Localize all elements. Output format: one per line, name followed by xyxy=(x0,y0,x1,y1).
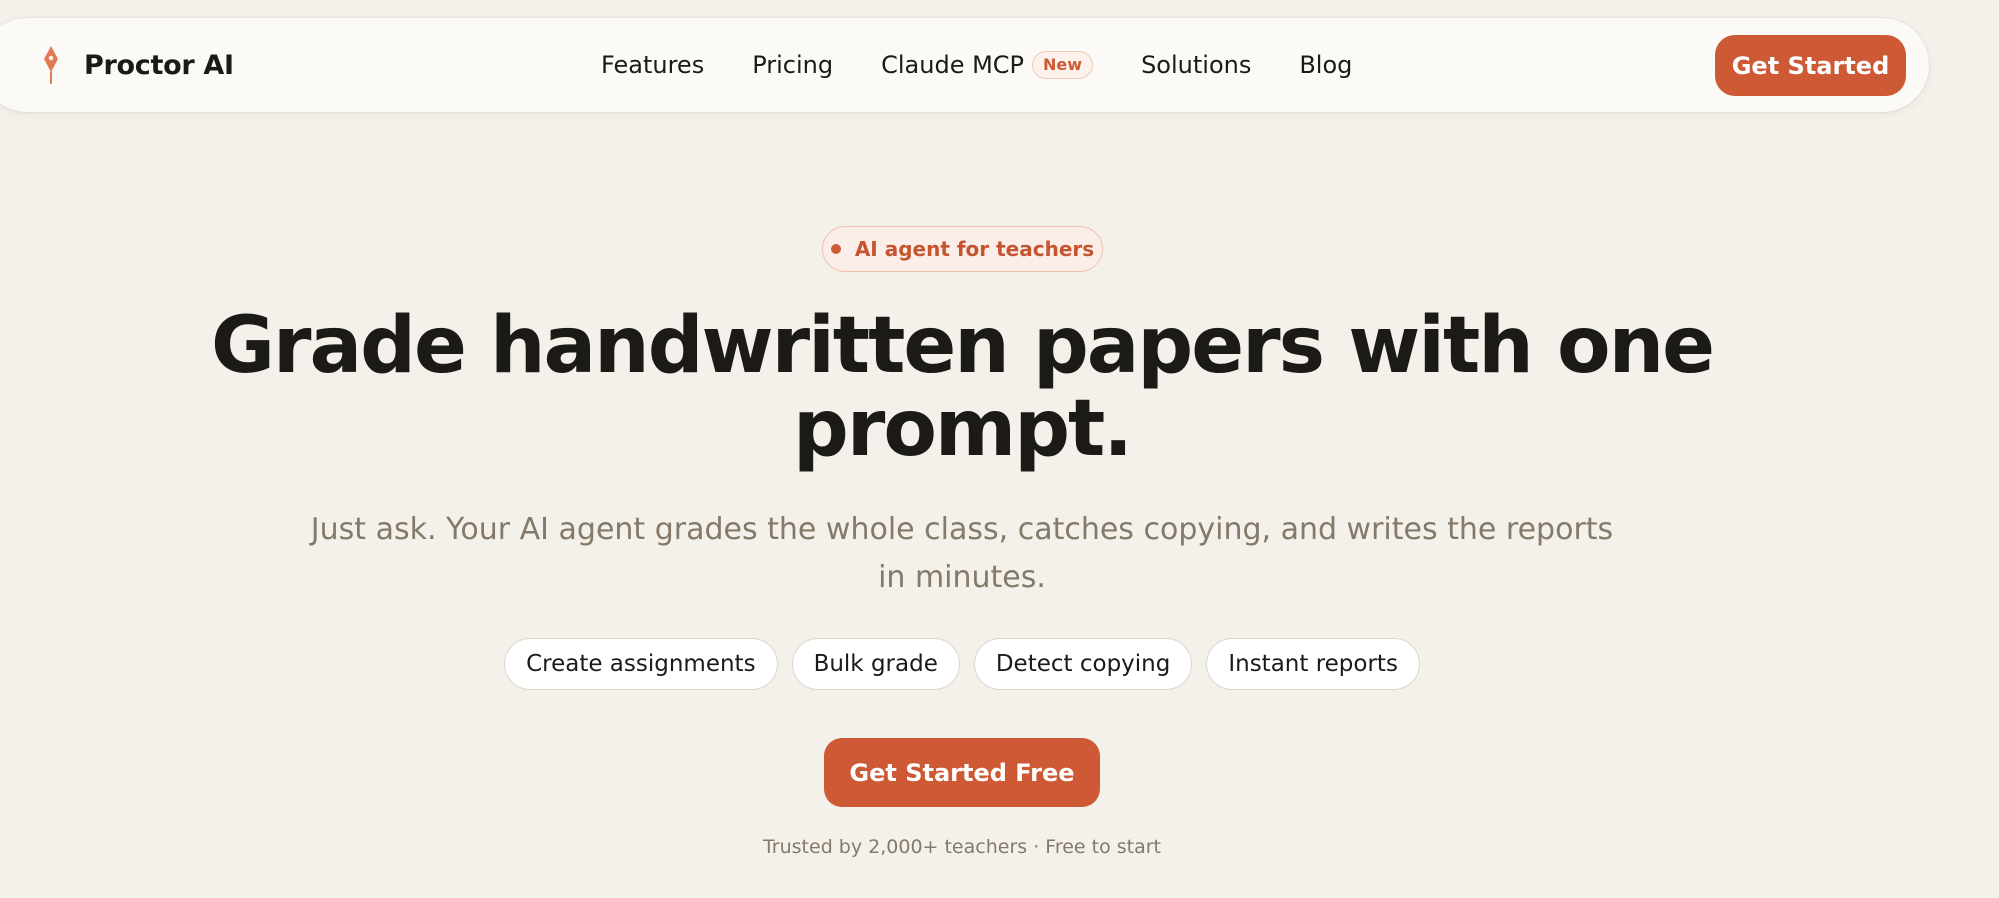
nav-link-pricing[interactable]: Pricing xyxy=(752,51,833,79)
nav-link-claude-mcp[interactable]: Claude MCP New xyxy=(881,51,1094,79)
brand-logo[interactable]: Proctor AI xyxy=(40,18,234,112)
hero-headline: Grade handwritten papers with one prompt… xyxy=(211,301,1715,474)
nav-links: Features Pricing Claude MCP New Solution… xyxy=(601,18,1352,112)
get-started-button[interactable]: Get Started xyxy=(1715,35,1906,96)
feature-chips: Create assignments Bulk grade Detect cop… xyxy=(0,638,1924,690)
nav-link-features[interactable]: Features xyxy=(601,51,704,79)
trust-line: Trusted by 2,000+ teachers · Free to sta… xyxy=(762,836,1162,858)
nav-link-claude-mcp-label: Claude MCP xyxy=(881,51,1025,79)
chip-detect-copying[interactable]: Detect copying xyxy=(973,638,1193,690)
dot-icon xyxy=(830,244,841,254)
nav-link-blog[interactable]: Blog xyxy=(1299,51,1352,79)
chip-bulk-grade[interactable]: Bulk grade xyxy=(791,638,960,690)
hero-subheadline: Just ask. Your AI agent grades the whole… xyxy=(310,512,1614,595)
landing-page: Proctor AI Features Pricing Claude MCP N… xyxy=(0,0,1999,898)
nav-link-solutions[interactable]: Solutions xyxy=(1141,51,1251,79)
get-started-free-button[interactable]: Get Started Free xyxy=(824,738,1100,807)
brand-name: Proctor AI xyxy=(84,49,234,81)
new-badge: New xyxy=(1032,51,1094,79)
top-navbar: Proctor AI Features Pricing Claude MCP N… xyxy=(0,18,1929,112)
hero-tag-label: AI agent for teachers xyxy=(854,237,1095,261)
chip-instant-reports[interactable]: Instant reports xyxy=(1206,638,1420,690)
hero-tag-pill: AI agent for teachers xyxy=(822,226,1103,272)
chip-create-assignments[interactable]: Create assignments xyxy=(504,638,778,690)
pen-nib-icon xyxy=(44,46,58,84)
